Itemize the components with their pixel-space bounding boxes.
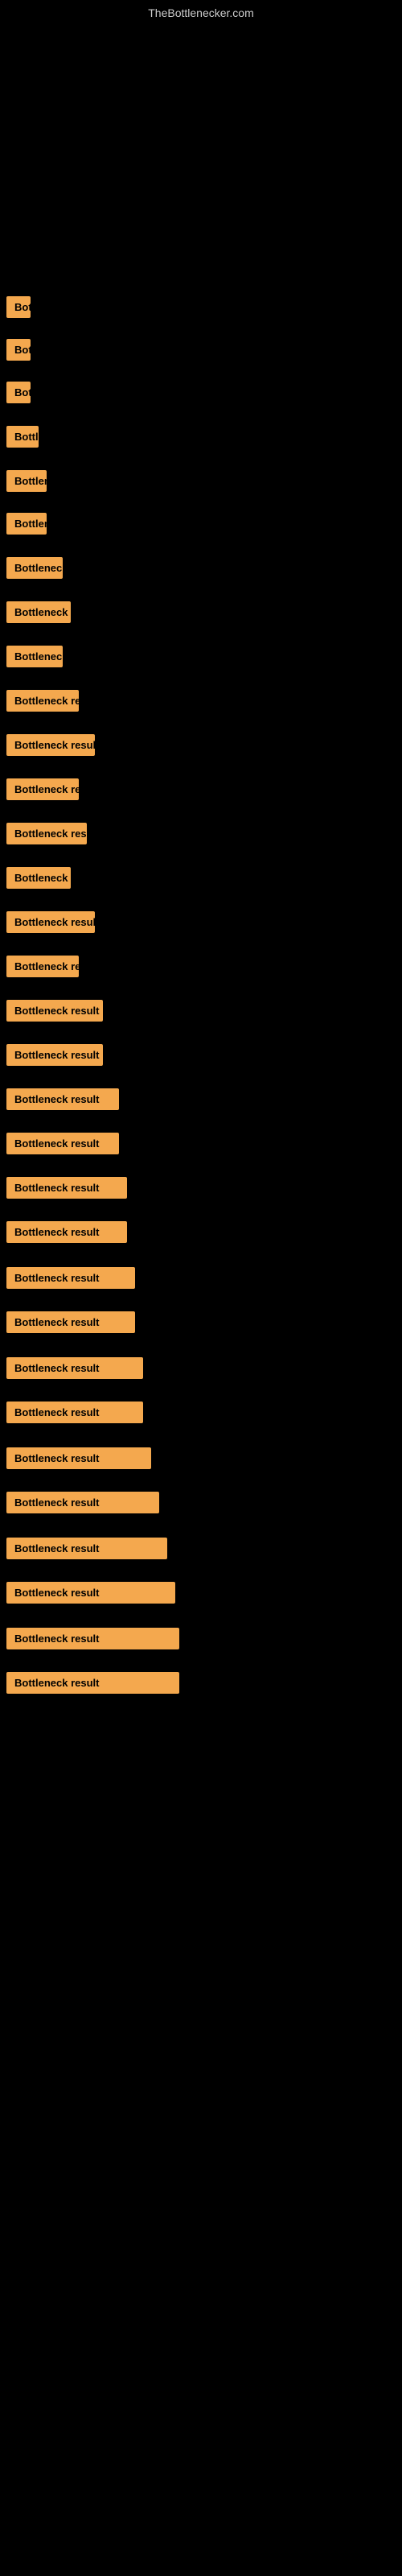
bottleneck-result-badge: Bottleneck result: [6, 1447, 151, 1469]
result-row-17: Bottleneck result: [0, 995, 402, 1026]
result-row-13: Bottleneck result: [0, 818, 402, 849]
bottleneck-result-badge: Bottleneck result: [6, 1221, 127, 1243]
result-row-27: Bottleneck result: [0, 1443, 402, 1474]
bottleneck-result-badge: Bottleneck result: [6, 1628, 179, 1649]
bottleneck-result-badge: Bottleneck result: [6, 557, 63, 579]
bottleneck-result-badge: Bottleneck result: [6, 513, 47, 535]
result-row-18: Bottleneck result: [0, 1039, 402, 1071]
result-row-20: Bottleneck result: [0, 1128, 402, 1159]
result-row-24: Bottleneck result: [0, 1307, 402, 1338]
bottleneck-result-badge: Bottleneck result: [6, 382, 31, 403]
bottleneck-result-badge: Bottleneck result: [6, 1044, 103, 1066]
result-row-4: Bottleneck result: [0, 421, 402, 452]
result-row-2: Bottleneck result: [0, 334, 402, 365]
bottleneck-result-badge: Bottleneck result: [6, 646, 63, 667]
result-row-30: Bottleneck result: [0, 1577, 402, 1608]
bottleneck-result-badge: Bottleneck result: [6, 1582, 175, 1604]
result-row-14: Bottleneck result: [0, 862, 402, 894]
bottleneck-result-badge: Bottleneck result: [6, 1402, 143, 1423]
bottleneck-result-badge: Bottleneck result: [6, 1000, 103, 1022]
bottleneck-result-badge: Bottleneck result: [6, 1267, 135, 1289]
bottleneck-result-badge: Bottleneck result: [6, 956, 79, 977]
bottleneck-result-badge: Bottleneck result: [6, 1311, 135, 1333]
result-row-5: Bottleneck result: [0, 465, 402, 497]
results-container: Bottleneck result Bottleneck result Bottle…: [0, 280, 402, 1699]
result-row-32: Bottleneck result: [0, 1667, 402, 1699]
bottleneck-result-badge: Bottleneck result: [6, 339, 31, 361]
result-row-26: Bottleneck result: [0, 1397, 402, 1428]
bottleneck-result-badge: Bottleneck result: [6, 1672, 179, 1694]
result-row-15: Bottleneck result: [0, 906, 402, 938]
bottleneck-result-badge: Bottleneck result: [6, 734, 95, 756]
result-row-1: Bottleneck result: [0, 291, 402, 323]
bottleneck-result-badge: Bottleneck result: [6, 690, 79, 712]
site-title: TheBottlenecker.com: [0, 0, 402, 23]
result-row-16: Bottleneck result: [0, 951, 402, 982]
bottleneck-result-badge: Bottleneck result: [6, 601, 71, 623]
bottleneck-result-badge: Bottleneck result: [6, 1492, 159, 1513]
result-row-22: Bottleneck result: [0, 1216, 402, 1248]
chart-area: [0, 23, 402, 280]
bottleneck-result-badge: Bottleneck result: [6, 470, 47, 492]
result-row-6: Bottleneck result: [0, 508, 402, 539]
result-row-19: Bottleneck result: [0, 1084, 402, 1115]
bottleneck-result-badge: Bottleneck result: [6, 1133, 119, 1154]
bottleneck-result-badge: Bottleneck result: [6, 867, 71, 889]
bottleneck-result-badge: Bottleneck result: [6, 911, 95, 933]
bottleneck-result-badge: Bottleneck result: [6, 426, 39, 448]
result-row-8: Bottleneck result: [0, 597, 402, 628]
result-row-11: Bottleneck result: [0, 729, 402, 761]
result-row-12: Bottleneck result: [0, 774, 402, 805]
result-row-28: Bottleneck result: [0, 1487, 402, 1518]
bottleneck-result-badge: Bottleneck result: [6, 1538, 167, 1559]
result-row-29: Bottleneck result: [0, 1533, 402, 1564]
bottleneck-result-badge: Bottleneck result: [6, 1177, 127, 1199]
bottleneck-result-badge: Bottleneck result: [6, 823, 87, 844]
bottleneck-result-badge: Bottleneck result: [6, 1088, 119, 1110]
result-row-10: Bottleneck result: [0, 685, 402, 716]
bottleneck-result-badge: Bottleneck result: [6, 296, 31, 318]
bottleneck-result-badge: Bottleneck result: [6, 778, 79, 800]
result-row-21: Bottleneck result: [0, 1172, 402, 1203]
result-row-7: Bottleneck result: [0, 552, 402, 584]
bottleneck-result-badge: Bottleneck result: [6, 1357, 143, 1379]
result-row-9: Bottleneck result: [0, 641, 402, 672]
result-row-3: Bottleneck result: [0, 377, 402, 408]
result-row-23: Bottleneck result: [0, 1262, 402, 1294]
result-row-31: Bottleneck result: [0, 1623, 402, 1654]
result-row-25: Bottleneck result: [0, 1352, 402, 1384]
